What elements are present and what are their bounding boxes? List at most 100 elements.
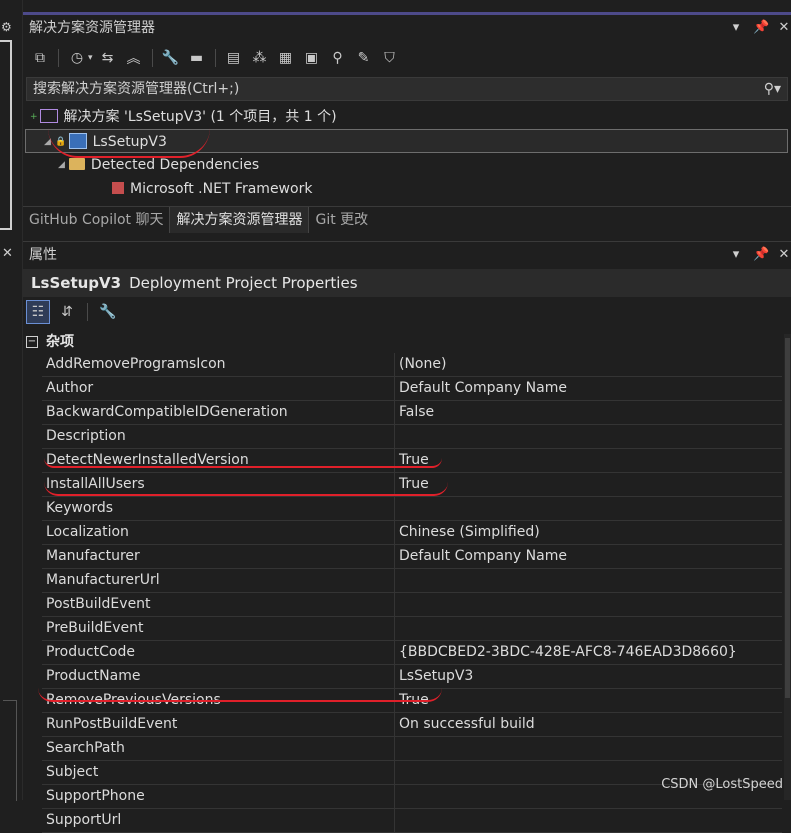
close-icon[interactable]: ✕	[2, 246, 13, 261]
property-value[interactable]	[395, 809, 399, 832]
solution-explorer-search-input[interactable]: 搜索解决方案资源管理器(Ctrl+;) ⚲▾	[26, 77, 788, 101]
property-value[interactable]	[395, 497, 399, 520]
tree-item-framework[interactable]: Microsoft .NET Framework	[108, 177, 312, 201]
property-row[interactable]: SupportUrl	[42, 809, 782, 833]
close-icon[interactable]: ✕	[777, 242, 791, 268]
file-types-editor-icon[interactable]: ▦	[275, 47, 297, 69]
property-grid: AddRemoveProgramsIcon (None) Author Defaul…	[42, 353, 782, 833]
registry-editor-icon[interactable]: ⁂	[249, 47, 271, 69]
annotation-underline-solution	[48, 128, 210, 158]
property-value[interactable]	[395, 425, 399, 448]
tab-solution-explorer[interactable]: 解决方案资源管理器	[169, 207, 310, 233]
alphabetical-icon[interactable]: ⇵	[56, 301, 78, 323]
file-system-editor-icon[interactable]: ▤	[223, 47, 245, 69]
property-value[interactable]	[395, 785, 399, 808]
property-value[interactable]: Default Company Name	[395, 545, 567, 568]
property-name: ManufacturerUrl	[42, 569, 395, 592]
collapse-icon[interactable]: −	[26, 336, 38, 348]
property-row[interactable]: Manufacturer Default Company Name	[42, 545, 782, 569]
property-value[interactable]: {BBDCBED2-3BDC-428E-AFC8-746EAD3D8660}	[395, 641, 737, 664]
property-row[interactable]: Description	[42, 425, 782, 449]
user-interface-editor-icon[interactable]: ▣	[301, 47, 323, 69]
sync-icon[interactable]: ⇆	[97, 47, 119, 69]
toolbar-separator	[151, 49, 153, 67]
toolbar-separator	[87, 303, 88, 321]
object-type: Deployment Project Properties	[129, 274, 358, 292]
property-row[interactable]: Author Default Company Name	[42, 377, 782, 401]
property-row[interactable]: Keywords	[42, 497, 782, 521]
dropdown-icon[interactable]: ▾	[729, 242, 743, 268]
tab-github-copilot-chat[interactable]: GitHub Copilot 聊天	[23, 207, 169, 233]
watermark: CSDN @LostSpeed	[661, 777, 783, 792]
properties-object-header[interactable]: LsSetupV3 Deployment Project Properties	[23, 269, 791, 297]
reference-icon	[112, 182, 124, 194]
tab-git-changes[interactable]: Git 更改	[309, 207, 374, 233]
property-name: Subject	[42, 761, 395, 784]
property-value[interactable]: On successful build	[395, 713, 535, 736]
left-panel-frame	[0, 40, 12, 230]
property-row[interactable]: Localization Chinese (Simplified)	[42, 521, 782, 545]
property-name: Localization	[42, 521, 395, 544]
scrollbar-thumb[interactable]	[785, 338, 790, 698]
property-category-header[interactable]: − 杂项	[26, 331, 74, 353]
left-dock-strip: ⚙ ✕	[0, 0, 23, 801]
property-name: PreBuildEvent	[42, 617, 395, 640]
chevron-down-icon[interactable]: ◢	[58, 153, 65, 177]
property-name: Author	[42, 377, 395, 400]
property-pages-icon[interactable]: 🔧	[97, 301, 119, 323]
filter-icon[interactable]: ⛉	[379, 47, 401, 69]
pin-icon[interactable]: 📌	[753, 242, 769, 268]
property-value[interactable]: LsSetupV3	[395, 665, 473, 688]
property-name: ProductCode	[42, 641, 395, 664]
property-value[interactable]	[395, 593, 399, 616]
solution-explorer-toolbar: ⧉ ◷ ▾ ⇆ ︽ 🔧 ▬ ▤ ⁂ ▦ ▣ ⚲ ✎ ⛉	[23, 43, 791, 73]
property-row[interactable]: PreBuildEvent	[42, 617, 782, 641]
gear-icon[interactable]: ⚙	[1, 20, 12, 34]
property-grid-scrollbar[interactable]	[784, 334, 791, 800]
properties-toolbar: ☷ ⇵ 🔧	[26, 299, 119, 325]
categorized-icon[interactable]: ☷	[26, 300, 50, 324]
dropdown-icon[interactable]: ▾	[729, 15, 743, 41]
plus-icon: +	[30, 112, 38, 122]
property-row[interactable]: ProductName LsSetupV3	[42, 665, 782, 689]
wrench-icon[interactable]: 🔧	[160, 47, 182, 69]
close-icon[interactable]: ✕	[777, 15, 791, 41]
chevron-down-icon[interactable]: ▾	[88, 53, 93, 63]
property-value[interactable]	[395, 737, 399, 760]
property-name: SupportUrl	[42, 809, 395, 832]
property-name: SearchPath	[42, 737, 395, 760]
property-value[interactable]	[395, 569, 399, 592]
left-panel-frame-bottom	[3, 700, 17, 801]
object-name: LsSetupV3	[31, 274, 122, 292]
property-value[interactable]: Chinese (Simplified)	[395, 521, 540, 544]
property-name: RunPostBuildEvent	[42, 713, 395, 736]
switch-views-icon[interactable]: ⧉	[29, 47, 51, 69]
minus-icon[interactable]: ▬	[186, 47, 208, 69]
property-value[interactable]: Default Company Name	[395, 377, 567, 400]
property-name: PostBuildEvent	[42, 593, 395, 616]
solution-explorer-title: 解决方案资源管理器	[29, 20, 155, 36]
property-value[interactable]: (None)	[395, 353, 446, 376]
launch-conditions-editor-icon[interactable]: ✎	[353, 47, 375, 69]
pin-icon[interactable]: 📌	[753, 15, 769, 41]
custom-actions-editor-icon[interactable]: ⚲	[327, 47, 349, 69]
property-name: Description	[42, 425, 395, 448]
search-icon[interactable]: ⚲▾	[764, 78, 781, 100]
property-row[interactable]: AddRemoveProgramsIcon (None)	[42, 353, 782, 377]
property-row[interactable]: SearchPath	[42, 737, 782, 761]
property-value[interactable]	[395, 617, 399, 640]
tree-item-solution[interactable]: + 解决方案 'LsSetupV3' (1 个项目，共 1 个)	[30, 105, 337, 129]
property-row[interactable]: ProductCode {BBDCBED2-3BDC-428E-AFC8-746E…	[42, 641, 782, 665]
history-icon[interactable]: ◷	[66, 47, 88, 69]
property-value[interactable]: False	[395, 401, 434, 424]
property-row[interactable]: PostBuildEvent	[42, 593, 782, 617]
toolbar-separator	[214, 49, 216, 67]
property-row[interactable]: ManufacturerUrl	[42, 569, 782, 593]
properties-titlebar: 属性 ▾ 📌 ✕	[23, 241, 791, 268]
property-value[interactable]	[395, 761, 399, 784]
collapse-all-icon[interactable]: ︽	[123, 47, 145, 69]
property-name: AddRemoveProgramsIcon	[42, 353, 395, 376]
property-row[interactable]: BackwardCompatibleIDGeneration False	[42, 401, 782, 425]
property-row[interactable]: RunPostBuildEvent On successful build	[42, 713, 782, 737]
property-name: BackwardCompatibleIDGeneration	[42, 401, 395, 424]
